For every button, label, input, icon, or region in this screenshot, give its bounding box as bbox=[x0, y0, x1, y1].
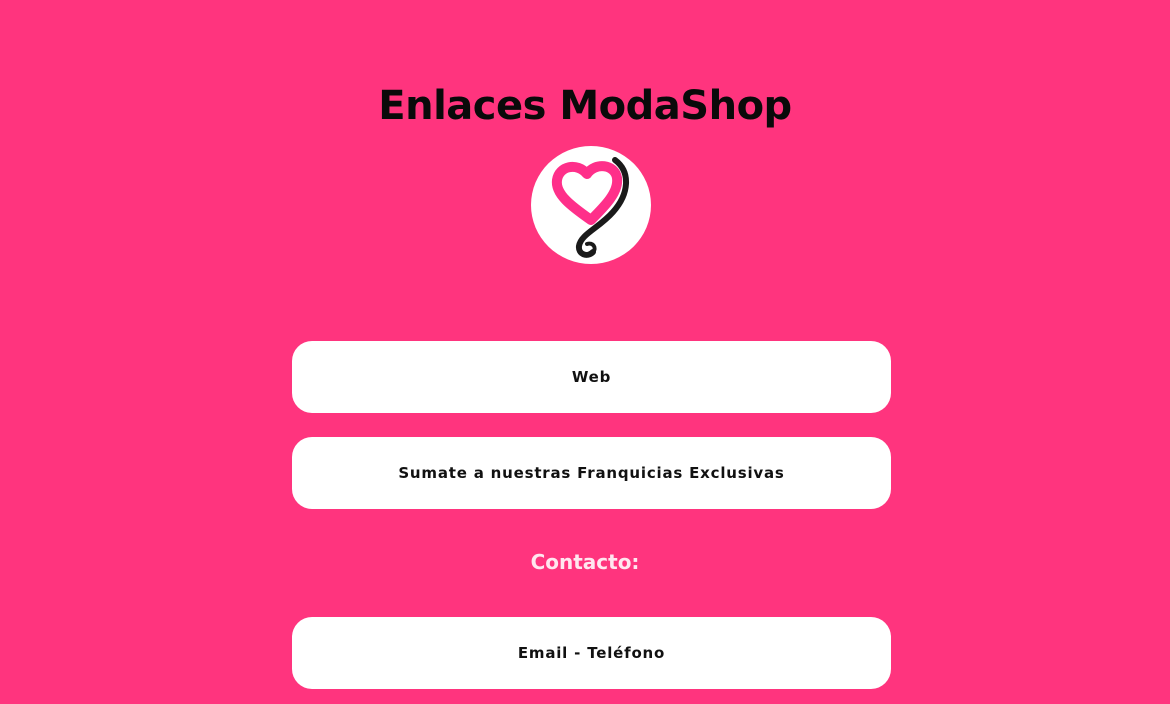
franquicias-link-button[interactable]: Sumate a nuestras Franquicias Exclusivas bbox=[292, 437, 891, 509]
link-page: Enlaces ModaShop Web Sumate a nuestras F… bbox=[0, 0, 1170, 704]
email-phone-link-label: Email - Teléfono bbox=[517, 644, 666, 662]
contact-section-label: Contacto: bbox=[530, 550, 640, 574]
email-phone-link-button[interactable]: Email - Teléfono bbox=[292, 617, 891, 689]
web-link-label: Web bbox=[571, 368, 612, 386]
brand-logo bbox=[531, 146, 651, 264]
page-title: Enlaces ModaShop bbox=[378, 82, 792, 129]
web-link-button[interactable]: Web bbox=[292, 341, 891, 413]
franquicias-link-label: Sumate a nuestras Franquicias Exclusivas bbox=[398, 464, 785, 482]
heart-swirl-logo-icon bbox=[551, 157, 630, 258]
